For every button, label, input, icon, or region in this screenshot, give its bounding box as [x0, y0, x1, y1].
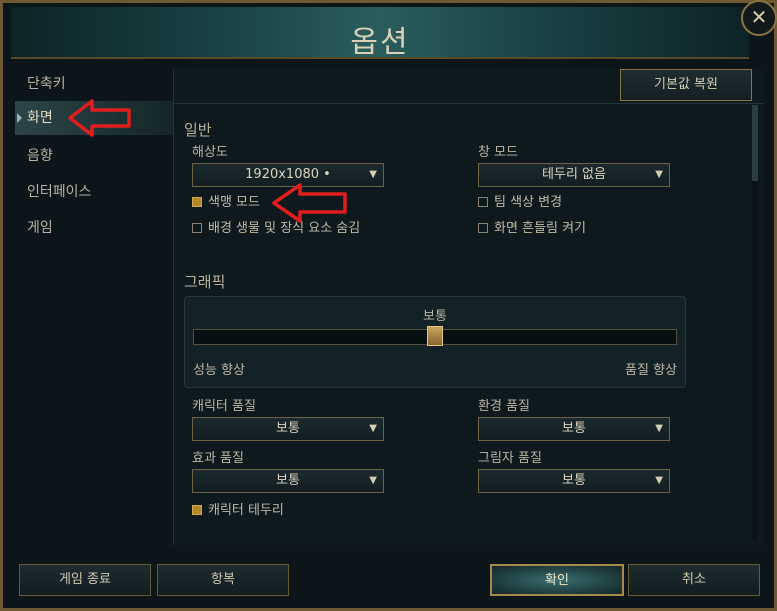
scrollbar-thumb[interactable]: [752, 105, 758, 181]
section-title-graphics: 그래픽: [184, 273, 226, 291]
checkbox-icon: [478, 196, 488, 207]
slider-max-label: 품질 향상: [625, 363, 677, 378]
checkbox-checked-icon: [192, 196, 202, 207]
close-icon[interactable]: ✕: [741, 0, 777, 36]
restore-defaults-button[interactable]: 기본값 복원: [620, 69, 752, 101]
environment-quality-label: 환경 품질: [478, 399, 530, 414]
window-mode-select[interactable]: 테두리 없음 ▼: [478, 163, 670, 187]
effects-quality-value: 보통: [276, 473, 300, 488]
sidebar-item-interface[interactable]: 인터페이스: [15, 175, 173, 209]
graphics-preset-value: 보통: [423, 309, 447, 324]
environment-quality-value: 보통: [562, 421, 586, 436]
title-bar: 옵션: [11, 7, 749, 60]
environment-quality-select[interactable]: 보통 ▼: [478, 417, 670, 441]
character-inking-checkbox[interactable]: 캐릭터 테두리: [192, 502, 284, 520]
sidebar-item-game[interactable]: 게임: [15, 211, 173, 245]
dropdown-arrow-icon: ▼: [369, 169, 377, 180]
resolution-label: 해상도: [192, 145, 228, 160]
checkbox-icon: [478, 222, 488, 233]
exit-game-button[interactable]: 게임 종료: [19, 564, 151, 596]
team-color-label: 팀 색상 변경: [494, 195, 563, 210]
slider-handle[interactable]: [427, 326, 443, 346]
red-arrow-icon: [68, 99, 131, 137]
graphics-preset-box: 보통 성능 향상 품질 향상: [184, 296, 686, 388]
shadow-quality-select[interactable]: 보통 ▼: [478, 469, 670, 493]
window-mode-value: 테두리 없음: [542, 167, 606, 182]
cancel-button[interactable]: 취소: [628, 564, 760, 596]
sidebar-item-label: 화면: [27, 110, 53, 126]
dropdown-arrow-icon: ▼: [655, 169, 663, 180]
slider-min-label: 성능 향상: [193, 363, 245, 378]
effects-quality-label: 효과 품질: [192, 451, 244, 466]
panel-toolbar: 기본값 복원: [174, 69, 764, 104]
effects-quality-select[interactable]: 보통 ▼: [192, 469, 384, 493]
character-quality-label: 캐릭터 품질: [192, 399, 256, 414]
surrender-button[interactable]: 항복: [157, 564, 289, 596]
window-title: 옵션: [350, 25, 410, 60]
sidebar-item-hotkeys[interactable]: 단축키: [15, 67, 173, 101]
options-window: 옵션 단축키 화면 음향 인터페이스 게임 기본값 복원 일반 해상도 1920…: [0, 0, 777, 611]
red-arrow-icon: [272, 183, 347, 223]
scrollbar[interactable]: [752, 105, 758, 541]
character-quality-select[interactable]: 보통 ▼: [192, 417, 384, 441]
colorblind-mode-label: 색맹 모드: [208, 195, 260, 210]
ok-button[interactable]: 확인: [490, 564, 624, 596]
checkbox-checked-icon: [192, 504, 202, 515]
dropdown-arrow-icon: ▼: [369, 475, 377, 486]
colorblind-mode-checkbox[interactable]: 색맹 모드: [192, 194, 260, 212]
checkbox-icon: [192, 222, 202, 233]
dropdown-arrow-icon: ▼: [655, 475, 663, 486]
sidebar-item-sound[interactable]: 음향: [15, 139, 173, 173]
settings-panel: 기본값 복원 일반 해상도 1920x1080 • ▼ 창 모드 테두리 없음 …: [173, 69, 764, 545]
shadow-quality-value: 보통: [562, 473, 586, 488]
section-title-general: 일반: [184, 121, 212, 139]
dropdown-arrow-icon: ▼: [655, 423, 663, 434]
character-inking-label: 캐릭터 테두리: [208, 503, 284, 518]
window-mode-label: 창 모드: [478, 145, 519, 160]
resolution-value: 1920x1080 •: [245, 167, 331, 182]
shadow-quality-label: 그림자 품질: [478, 451, 542, 466]
character-quality-value: 보통: [276, 421, 300, 436]
active-indicator-icon: [17, 113, 22, 123]
screen-shake-checkbox[interactable]: 화면 흔들림 켜기: [478, 220, 586, 238]
team-color-checkbox[interactable]: 팀 색상 변경: [478, 194, 562, 212]
screen-shake-label: 화면 흔들림 켜기: [494, 221, 586, 236]
dropdown-arrow-icon: ▼: [369, 423, 377, 434]
